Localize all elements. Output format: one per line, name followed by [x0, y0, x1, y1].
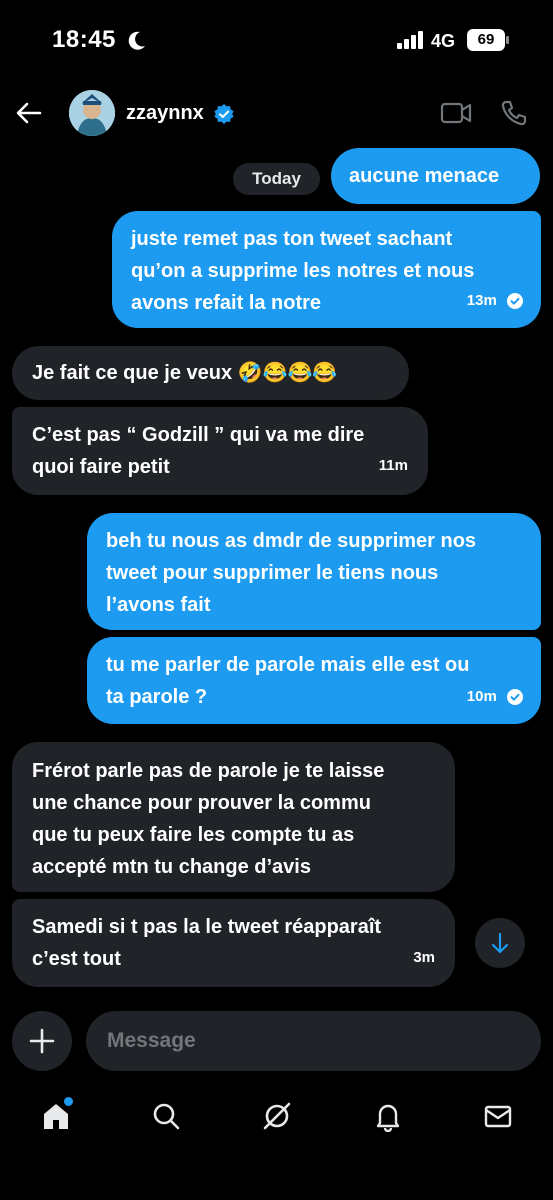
nav-messages[interactable] [478, 1096, 518, 1136]
message-line: l’avons fait [106, 594, 211, 616]
video-call-button[interactable] [440, 100, 472, 131]
date-separator: Today [233, 163, 320, 195]
message-line: accepté mtn tu change d’avis [32, 856, 311, 878]
message-incoming[interactable]: C’est pas “ Godzill ” qui va me dire quo… [12, 407, 428, 495]
message-line: juste remet pas ton tweet sachant [131, 228, 453, 250]
nav-notifications[interactable] [368, 1096, 408, 1136]
mail-icon [484, 1105, 512, 1128]
message-meta: 13m [467, 285, 523, 317]
plus-icon [29, 1028, 55, 1054]
message-outgoing[interactable]: aucune menace [331, 148, 540, 204]
read-check-icon [507, 293, 523, 310]
message-text: Je fait ce que je veux 🤣😂😂😂 [32, 362, 338, 384]
verified-badge-icon [214, 104, 234, 129]
message-line: beh tu nous as dmdr de supprimer nos [106, 530, 477, 552]
message-line: une chance pour prouver la commu [32, 792, 371, 814]
message-outgoing[interactable]: beh tu nous as dmdr de supprimer nos twe… [87, 513, 541, 630]
search-icon [153, 1103, 180, 1130]
message-line: c’est tout [32, 948, 121, 970]
read-check-icon [507, 689, 523, 706]
message-outgoing[interactable]: tu me parler de parole mais elle est ou … [87, 637, 541, 724]
message-line: tu me parler de parole mais elle est ou [106, 654, 470, 676]
message-outgoing[interactable]: juste remet pas ton tweet sachant qu’on … [112, 211, 541, 328]
grok-icon [263, 1102, 291, 1130]
message-time: 3m [413, 949, 435, 966]
video-camera-icon [440, 102, 472, 124]
moon-icon [128, 31, 146, 56]
message-time: 13m [466, 292, 497, 309]
message-meta: 10m [467, 681, 523, 713]
message-incoming[interactable]: Je fait ce que je veux 🤣😂😂😂 [12, 346, 409, 400]
chat-username[interactable]: zzaynnx [126, 102, 204, 125]
message-time: 11m [378, 457, 408, 474]
message-input[interactable]: Message [86, 1011, 541, 1071]
message-line: Frérot parle pas de parole je te laisse [32, 760, 385, 782]
status-time: 18:45 [52, 26, 116, 53]
battery-level: 69 [477, 31, 495, 48]
nav-grok[interactable] [257, 1096, 297, 1136]
nav-search[interactable] [146, 1096, 186, 1136]
message-incoming[interactable]: Frérot parle pas de parole je te laisse … [12, 742, 455, 892]
signal-icon [397, 31, 425, 54]
bell-icon [376, 1104, 400, 1132]
message-line: qu’on a supprime les notres et nous [131, 260, 475, 282]
battery-icon: 69 [467, 29, 509, 56]
avatar[interactable] [69, 90, 115, 136]
message-time: 10m [466, 688, 497, 705]
scroll-to-bottom-button[interactable] [475, 918, 525, 968]
network-type: 4G [431, 31, 456, 51]
message-line: tweet pour supprimer le tiens nous [106, 562, 439, 584]
message-line: C’est pas “ Godzill ” qui va me dire [32, 424, 365, 446]
voice-call-button[interactable] [500, 99, 528, 132]
arrow-left-icon [16, 102, 42, 124]
notification-dot [62, 1095, 75, 1108]
message-line: quoi faire petit [32, 456, 170, 478]
back-button[interactable] [14, 98, 44, 133]
message-line: que tu peux faire les compte tu as [32, 824, 355, 846]
message-incoming[interactable]: Samedi si t pas la le tweet réapparaît c… [12, 899, 455, 987]
message-line: Samedi si t pas la le tweet réapparaît [32, 916, 382, 938]
add-attachment-button[interactable] [12, 1011, 72, 1071]
phone-icon [501, 100, 527, 126]
message-text: aucune menace [349, 165, 500, 187]
arrow-down-icon [491, 932, 509, 954]
